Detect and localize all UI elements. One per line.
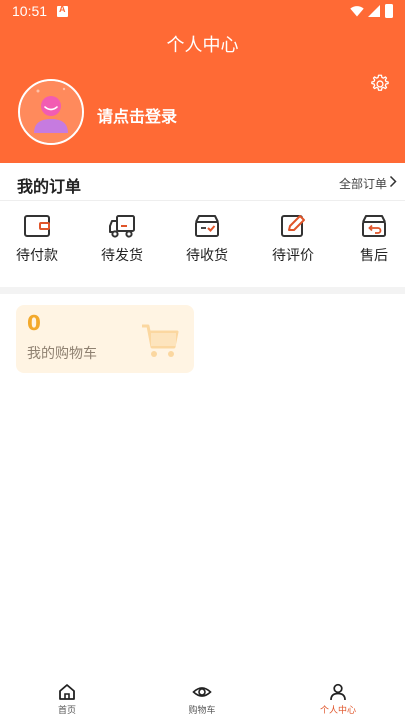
order-after-sales[interactable]: 售后 (338, 213, 405, 273)
bottom-tab-bar: 首页 购物车 个人中心 (0, 676, 405, 720)
tab-label: 首页 (57, 706, 76, 716)
tab-home[interactable]: 首页 (27, 683, 107, 719)
page-title: 个人中心 (166, 35, 239, 56)
login-prompt[interactable]: 请点击登录 (97, 103, 177, 127)
person-icon (330, 683, 346, 701)
order-label: 售后 (360, 248, 388, 264)
battery-icon (385, 4, 393, 18)
return-box-icon (362, 215, 386, 237)
avatar[interactable] (18, 79, 84, 145)
home-icon (59, 684, 75, 700)
cart-count: 0 (27, 311, 41, 335)
section-divider (0, 287, 405, 294)
wifi-icon (350, 6, 364, 17)
order-label: 待评价 (272, 248, 314, 264)
tab-profile[interactable]: 个人中心 (298, 683, 378, 719)
wallet-icon (24, 215, 50, 237)
all-orders-link[interactable]: 全部订单 (339, 175, 387, 192)
order-label: 待收货 (186, 248, 228, 264)
chevron-right-icon[interactable] (389, 175, 397, 188)
receive-box-icon (195, 215, 219, 237)
orders-header: 我的订单 全部订单 (0, 163, 405, 201)
orders-title: 我的订单 (17, 177, 82, 196)
shopping-cart-card[interactable]: 0 我的购物车 (16, 305, 194, 373)
edit-icon (281, 215, 305, 237)
cart-icon (142, 324, 179, 357)
tab-label: 购物车 (188, 706, 216, 716)
status-bar: 10:51 (0, 0, 405, 24)
order-label: 待付款 (16, 248, 58, 264)
order-pending-review[interactable]: 待评价 (257, 213, 329, 273)
notification-a-icon (57, 4, 68, 17)
eye-icon (192, 687, 212, 697)
avatar-person-icon (20, 81, 82, 143)
cart-label: 我的购物车 (27, 346, 97, 362)
signal-icon (368, 5, 380, 17)
truck-icon (109, 215, 135, 238)
profile-header: 10:51 个人中心 请点击登录 (0, 0, 405, 163)
tab-cart[interactable]: 购物车 (162, 683, 242, 719)
order-pending-receipt[interactable]: 待收货 (171, 213, 243, 273)
order-label: 待发货 (101, 248, 143, 264)
tab-label: 个人中心 (319, 706, 356, 716)
status-time: 10:51 (12, 3, 48, 19)
order-pending-shipment[interactable]: 待发货 (86, 213, 158, 273)
order-pending-payment[interactable]: 待付款 (1, 213, 73, 273)
gear-icon[interactable] (369, 73, 391, 95)
